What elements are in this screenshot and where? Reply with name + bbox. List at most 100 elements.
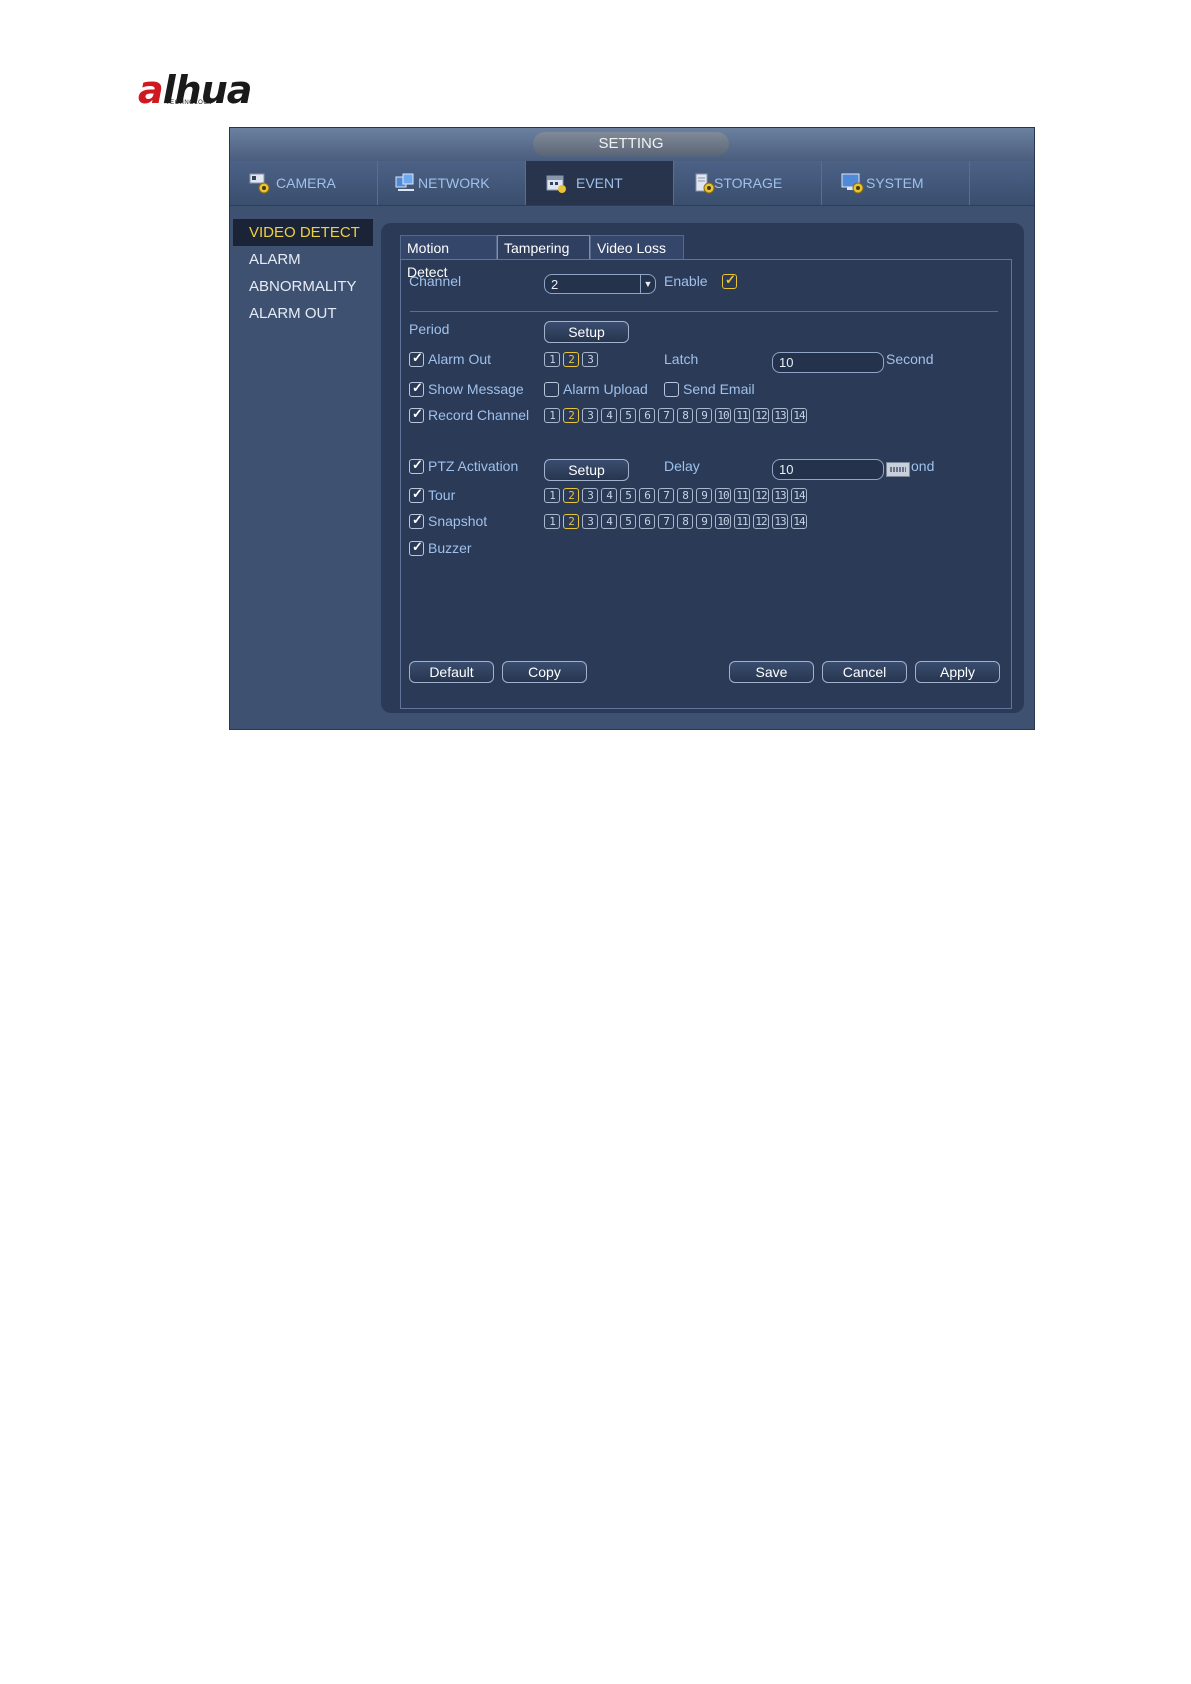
snapshot-checkbox[interactable]: ✓ xyxy=(409,512,424,529)
snapshot-channel[interactable]: 2 xyxy=(563,514,579,529)
tour-channel[interactable]: 14 xyxy=(791,488,807,503)
record-channel[interactable]: 3 xyxy=(582,408,598,423)
alarm-out-channel[interactable]: 2 xyxy=(563,352,579,367)
tab-video-loss[interactable]: Video Loss xyxy=(590,235,684,259)
ptz-activation-checkbox[interactable]: ✓ xyxy=(409,457,424,474)
tour-channel[interactable]: 3 xyxy=(582,488,598,503)
sidebar-item-alarm-out[interactable]: ALARM OUT xyxy=(233,300,373,327)
storage-icon xyxy=(695,173,715,194)
enable-checkbox[interactable]: ✓ xyxy=(722,272,737,289)
tour-channel[interactable]: 11 xyxy=(734,488,750,503)
snapshot-channel[interactable]: 4 xyxy=(601,514,617,529)
alarm-out-channel[interactable]: 1 xyxy=(544,352,560,367)
copy-button[interactable]: Copy xyxy=(502,661,587,683)
channel-label: Channel xyxy=(409,273,462,289)
record-channel[interactable]: 8 xyxy=(677,408,693,423)
record-channel[interactable]: 7 xyxy=(658,408,674,423)
tab-tampering[interactable]: Tampering xyxy=(497,235,590,259)
snapshot-channel[interactable]: 3 xyxy=(582,514,598,529)
tour-channel[interactable]: 7 xyxy=(658,488,674,503)
sidebar-item-alarm[interactable]: ALARM xyxy=(233,246,373,273)
tour-channel[interactable]: 6 xyxy=(639,488,655,503)
check-icon: ✓ xyxy=(412,512,423,527)
tour-channel[interactable]: 5 xyxy=(620,488,636,503)
nav-tab-storage[interactable]: STORAGE xyxy=(674,161,822,205)
tour-channel[interactable]: 9 xyxy=(696,488,712,503)
event-icon xyxy=(546,175,566,193)
record-channel-checkbox[interactable]: ✓ xyxy=(409,406,424,423)
tour-channel[interactable]: 2 xyxy=(563,488,579,503)
record-channel[interactable]: 11 xyxy=(734,408,750,423)
tour-channel[interactable]: 1 xyxy=(544,488,560,503)
tour-channel[interactable]: 10 xyxy=(715,488,731,503)
record-channel[interactable]: 5 xyxy=(620,408,636,423)
snapshot-channel-list: 1 2 3 4 5 6 7 8 9 10 11 12 13 14 xyxy=(544,514,807,530)
tour-channel[interactable]: 4 xyxy=(601,488,617,503)
content-panel: Motion Detect Tampering Video Loss Chann… xyxy=(381,223,1024,713)
nav-tab-event[interactable]: EVENT xyxy=(526,161,674,205)
tampering-form: Channel 2 ▼ Enable ✓ Period Setup ✓ Alar… xyxy=(400,259,1012,709)
nav-tab-label: CAMERA xyxy=(276,175,336,191)
record-channel[interactable]: 10 xyxy=(715,408,731,423)
default-button[interactable]: Default xyxy=(409,661,494,683)
delay-input[interactable]: 10 xyxy=(772,459,884,480)
alarm-upload-checkbox[interactable] xyxy=(544,382,559,397)
snapshot-channel[interactable]: 7 xyxy=(658,514,674,529)
tour-channel[interactable]: 8 xyxy=(677,488,693,503)
settings-window: SETTING CAMERA NETWORK EVENT STORAGE SYS… xyxy=(229,127,1035,730)
title-bar: SETTING xyxy=(230,128,1034,161)
snapshot-channel[interactable]: 13 xyxy=(772,514,788,529)
snapshot-channel[interactable]: 14 xyxy=(791,514,807,529)
dahua-logo: alhua TECHNOLOGY xyxy=(134,68,274,112)
snapshot-channel[interactable]: 5 xyxy=(620,514,636,529)
apply-button[interactable]: Apply xyxy=(915,661,1000,683)
record-channel[interactable]: 9 xyxy=(696,408,712,423)
alarm-out-checkbox[interactable]: ✓ xyxy=(409,350,424,367)
show-message-label: Show Message xyxy=(428,381,524,397)
sidebar: VIDEO DETECT ALARM ABNORMALITY ALARM OUT xyxy=(233,219,373,327)
check-icon: ✓ xyxy=(412,457,423,472)
ptz-setup-button[interactable]: Setup xyxy=(544,459,629,481)
tour-channel[interactable]: 13 xyxy=(772,488,788,503)
nav-tab-system[interactable]: SYSTEM xyxy=(822,161,970,205)
record-channel[interactable]: 12 xyxy=(753,408,769,423)
nav-tab-network[interactable]: NETWORK xyxy=(378,161,526,205)
channel-select[interactable]: 2 ▼ xyxy=(544,274,656,294)
tour-channel[interactable]: 12 xyxy=(753,488,769,503)
tour-checkbox[interactable]: ✓ xyxy=(409,486,424,503)
save-button[interactable]: Save xyxy=(729,661,814,683)
send-email-checkbox[interactable] xyxy=(664,382,679,397)
record-channel[interactable]: 2 xyxy=(563,408,579,423)
record-channel[interactable]: 4 xyxy=(601,408,617,423)
record-channel[interactable]: 13 xyxy=(772,408,788,423)
check-icon: ✓ xyxy=(412,350,423,365)
delay-label: Delay xyxy=(664,458,700,474)
snapshot-channel[interactable]: 6 xyxy=(639,514,655,529)
latch-input[interactable]: 10 xyxy=(772,352,884,373)
sidebar-item-video-detect[interactable]: VIDEO DETECT xyxy=(233,219,373,246)
snapshot-channel[interactable]: 8 xyxy=(677,514,693,529)
record-channel[interactable]: 6 xyxy=(639,408,655,423)
snapshot-channel[interactable]: 12 xyxy=(753,514,769,529)
period-setup-button[interactable]: Setup xyxy=(544,321,629,343)
check-icon: ✓ xyxy=(725,272,736,287)
sidebar-item-abnormality[interactable]: ABNORMALITY xyxy=(233,273,373,300)
record-channel[interactable]: 1 xyxy=(544,408,560,423)
cancel-button[interactable]: Cancel xyxy=(822,661,907,683)
snapshot-channel[interactable]: 10 xyxy=(715,514,731,529)
record-channel[interactable]: 14 xyxy=(791,408,807,423)
nav-tab-camera[interactable]: CAMERA xyxy=(230,161,378,205)
snapshot-channel[interactable]: 1 xyxy=(544,514,560,529)
alarm-out-channel[interactable]: 3 xyxy=(582,352,598,367)
show-message-checkbox[interactable]: ✓ xyxy=(409,380,424,397)
keyboard-icon[interactable] xyxy=(886,462,910,477)
nav-tab-label: EVENT xyxy=(576,175,623,191)
tab-motion-detect[interactable]: Motion Detect xyxy=(400,235,497,280)
nav-tab-label: STORAGE xyxy=(714,175,783,191)
snapshot-channel[interactable]: 11 xyxy=(734,514,750,529)
buzzer-checkbox[interactable]: ✓ xyxy=(409,539,424,556)
check-icon: ✓ xyxy=(412,406,423,421)
chevron-down-icon: ▼ xyxy=(640,275,655,293)
alarm-out-label: Alarm Out xyxy=(428,351,492,367)
snapshot-channel[interactable]: 9 xyxy=(696,514,712,529)
